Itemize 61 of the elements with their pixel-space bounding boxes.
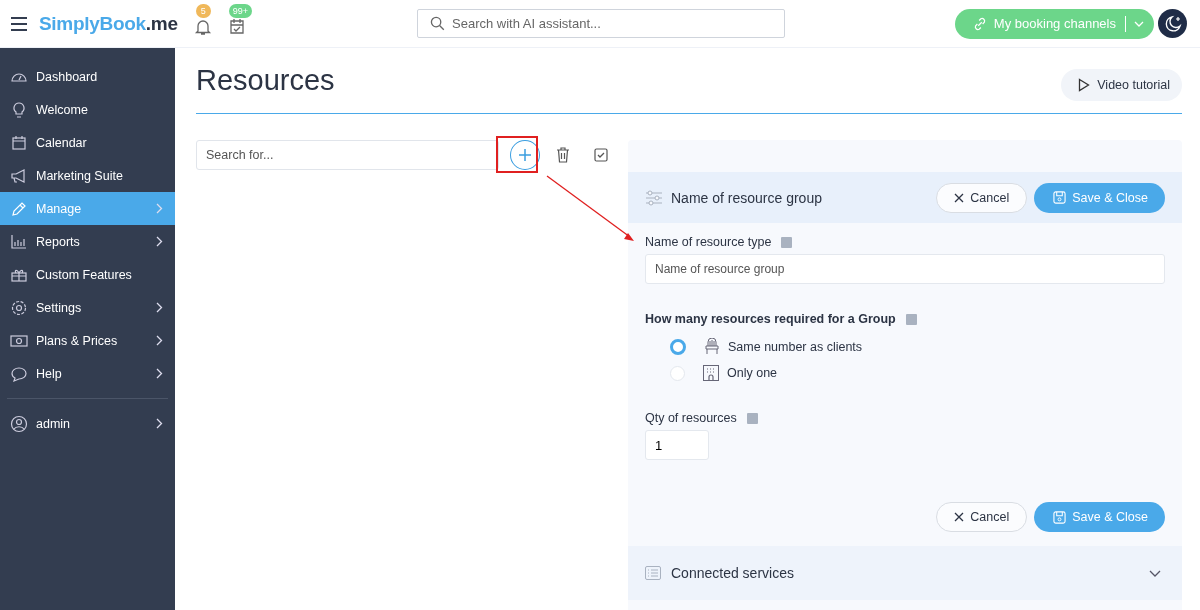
highlight-frame <box>496 136 538 173</box>
chair-icon <box>703 338 721 356</box>
megaphone-icon <box>10 166 28 185</box>
chevron-right-icon <box>156 418 163 429</box>
option-label: Same number as clients <box>728 340 863 354</box>
chevron-right-icon <box>156 368 163 379</box>
link-icon <box>972 16 987 31</box>
section-header[interactable]: Connected services <box>628 546 1182 600</box>
sidebar-item[interactable]: Plans & Prices <box>0 324 175 357</box>
video-tutorial-button[interactable]: Video tutorial <box>1061 68 1182 101</box>
chevron-right-icon <box>156 302 163 313</box>
panel-title: Name of resource group <box>671 189 822 206</box>
logo[interactable]: SimplyBook.me <box>39 12 178 35</box>
field-label: Qty of resources <box>645 411 737 425</box>
list-icon <box>645 566 661 580</box>
settings-icon <box>10 298 28 317</box>
search-field[interactable]: Search for... <box>196 140 500 170</box>
lightbulb-icon <box>10 100 28 119</box>
close-icon <box>954 512 965 522</box>
plus-icon <box>518 148 533 162</box>
option-label: Only one <box>727 366 778 380</box>
input-field[interactable]: Name of resource group <box>645 254 1165 284</box>
sidebar-item[interactable]: Settings <box>0 291 175 324</box>
field-label: Name of resource type <box>645 235 772 249</box>
cancel-button[interactable]: Cancel <box>936 502 1028 532</box>
sidebar-item[interactable]: Reports <box>0 225 175 258</box>
sidebar-item[interactable]: Help <box>0 357 175 390</box>
notification-badge: 99+ <box>228 3 252 18</box>
chevron-right-icon <box>156 236 163 247</box>
user-icon <box>10 414 28 433</box>
search-field[interactable]: Search with AI assistant... <box>417 9 785 38</box>
sidebar-item[interactable]: Welcome <box>0 93 175 126</box>
close-icon <box>954 192 965 203</box>
play-icon <box>1078 77 1091 92</box>
chevron-down-icon <box>1149 569 1161 577</box>
chevron-right-icon <box>156 335 163 346</box>
radio-button[interactable] <box>670 339 686 355</box>
page-title: Resources <box>196 64 335 97</box>
caret-icon <box>1134 20 1144 27</box>
bell-icon[interactable] <box>193 17 212 36</box>
building-icon <box>702 364 720 382</box>
add-button[interactable] <box>510 140 540 170</box>
input-field[interactable]: 1 <box>645 430 709 460</box>
sidebar-item[interactable]: Marketing Suite <box>0 159 175 192</box>
sidebar-item[interactable]: Calendar <box>0 126 175 159</box>
sliders-icon <box>645 189 663 206</box>
sidebar-item[interactable]: Custom Features <box>0 258 175 291</box>
field-label: How many resources required for a Group <box>645 312 896 326</box>
checkbox-icon[interactable] <box>594 148 608 162</box>
calendar-icon <box>10 133 28 152</box>
chevron-right-icon <box>156 203 163 214</box>
bar-chart-icon <box>10 232 28 251</box>
sidebar-item[interactable]: admin <box>0 407 175 440</box>
notification-badge: 5 <box>195 3 211 18</box>
cancel-button[interactable]: Cancel <box>936 182 1028 213</box>
sidebar-item[interactable]: Dashboard <box>0 60 175 93</box>
speech-bubble-icon <box>10 364 28 383</box>
calendar-icon[interactable] <box>227 17 246 36</box>
menu-icon[interactable] <box>10 16 28 31</box>
trash-icon[interactable] <box>556 147 570 163</box>
moon-icon[interactable] <box>1158 9 1187 38</box>
